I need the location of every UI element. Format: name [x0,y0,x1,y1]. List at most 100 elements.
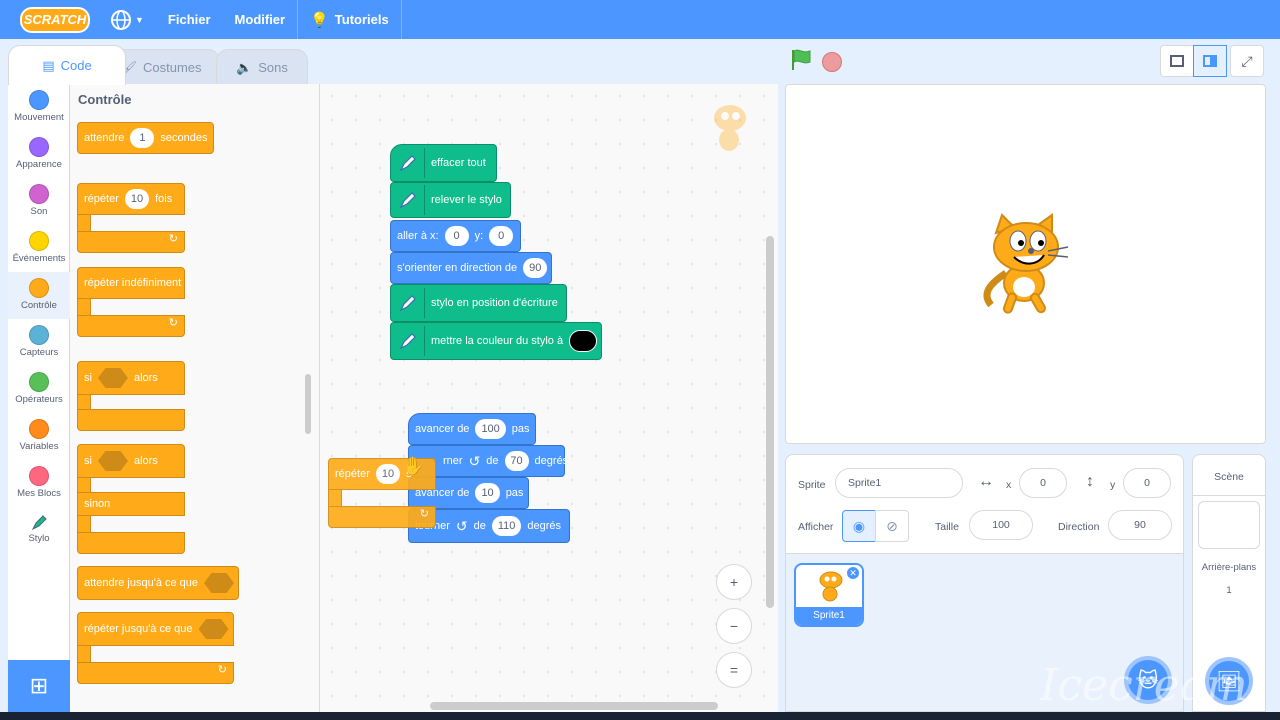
block-pen-up[interactable]: relever le stylo [390,182,511,218]
block-input[interactable]: 90 [523,258,548,278]
horizontal-arrows-icon: ↔ [978,473,994,490]
category-label: Contrôle [21,300,57,311]
block-input[interactable]: 10 [375,464,401,484]
file-menu[interactable]: Fichier [156,0,223,39]
block-if-foot [77,409,185,431]
category-my-blocks[interactable]: Mes Blocs [8,460,70,507]
block-pen-clear[interactable]: effacer tout [390,144,497,182]
stage-canvas[interactable] [785,84,1266,444]
block-forever-head: répéter indéfiniment [77,267,185,299]
zoom-in-button[interactable]: + [716,564,752,600]
category-pen[interactable]: Stylo [8,507,70,554]
normal-stage-icon [1203,55,1217,67]
backdrops-label: Arrière-plans [1201,562,1257,573]
fullscreen-button[interactable]: ⤢ [1230,45,1264,77]
tutorials-button[interactable]: 💡 Tutoriels [298,0,401,39]
backdrop-thumbnail[interactable] [1198,501,1260,549]
direction-input[interactable]: 90 [1108,510,1172,540]
block-text: répéter [335,468,370,480]
horizontal-scrollbar[interactable] [430,702,718,710]
category-dot [29,231,49,251]
stop-icon[interactable] [822,52,842,72]
category-looks[interactable]: Apparence [8,131,70,178]
block-input[interactable]: 10 [475,483,500,503]
category-label: Mes Blocs [17,488,61,499]
block-wait-until[interactable]: attendre jusqu'à ce que [77,566,239,600]
block-goto-xy[interactable]: aller à x: 0 y: 0 [390,220,521,252]
stage-pane-divider [1193,495,1265,496]
category-sensing[interactable]: Capteurs [8,319,70,366]
block-text: si [84,372,92,384]
block-input-x[interactable]: 0 [444,226,469,246]
show-label: Afficher [798,521,834,533]
chevron-down-icon: ▼ [135,14,144,25]
category-variables[interactable]: Variables [8,413,70,460]
script-workspace[interactable]: effacer tout relever le stylo aller à x:… [320,84,778,712]
block-arm [77,645,91,663]
vertical-scrollbar[interactable] [766,236,774,608]
category-control[interactable]: Contrôle [8,272,70,319]
block-point-direction[interactable]: s'orienter en direction de 90 [390,252,552,284]
category-label: Son [30,206,48,217]
edit-menu[interactable]: Modifier [223,0,298,39]
category-events[interactable]: Événements [8,225,70,272]
block-arm [77,477,91,493]
language-menu[interactable]: ▼ [98,0,156,39]
block-text: pas [511,423,530,435]
category-dot [29,419,49,439]
delete-sprite-button[interactable]: ✕ [846,566,860,580]
zoom-out-button[interactable]: − [716,608,752,644]
add-extension-button[interactable]: ⊞ [8,660,70,712]
category-menu: Mouvement Apparence Son Événements Contr… [8,84,70,660]
scratch-logo[interactable]: SCRATCH [20,6,90,33]
block-text: y: [474,230,484,242]
sprite-watermark-icon [714,105,746,151]
rotate-left-icon: ↺ [455,517,468,534]
normal-stage-button[interactable] [1193,45,1227,77]
block-input[interactable]: 110 [491,516,522,536]
tab-code[interactable]: ▤ Code [8,45,126,85]
green-flag-icon[interactable] [790,48,812,72]
block-pen-down[interactable]: stylo en position d'écriture [390,284,567,322]
show-sprite-button[interactable]: ◉ [842,510,876,542]
block-move-steps[interactable]: avancer de 100 pas [408,413,536,445]
condition-slot[interactable] [97,368,128,388]
y-input[interactable]: 0 [1123,468,1171,498]
block-input-y[interactable]: 0 [489,226,514,246]
tab-sounds[interactable]: 🔈 Sons [216,49,308,85]
small-stage-button[interactable] [1160,45,1194,77]
tutorials-label: Tutoriels [334,12,389,27]
block-text: répéter indéfiniment [84,277,182,289]
x-input[interactable]: 0 [1019,468,1067,498]
pen-extension-icon [391,326,425,356]
block-text: si [84,455,92,467]
zoom-reset-button[interactable]: = [716,652,752,688]
sprite-name-input[interactable]: Sprite1 [835,468,963,498]
category-operators[interactable]: Opérateurs [8,366,70,413]
condition-slot[interactable] [198,619,229,639]
zoom-reset-icon: = [729,662,739,678]
block-text: de [473,520,486,532]
color-swatch[interactable] [569,330,598,352]
block-input[interactable]: 1 [130,128,155,148]
small-stage-icon [1170,55,1184,67]
menu-bar: SCRATCH ▼ Fichier Modifier 💡 Tutoriels [0,0,1280,39]
block-input[interactable]: 100 [475,419,506,439]
block-wait[interactable]: attendre 1 secondes [77,122,214,154]
condition-slot[interactable] [97,451,128,471]
block-repeat-foot: ↻ [328,506,436,528]
block-input[interactable]: 10 [124,189,150,209]
category-motion[interactable]: Mouvement [8,84,70,131]
block-arm [77,515,91,533]
tab-sounds-label: Sons [258,60,288,75]
block-pen-set-color[interactable]: mettre la couleur du stylo à [390,322,602,360]
block-input[interactable]: 70 [504,451,529,471]
palette-scrollbar[interactable] [305,374,311,434]
size-input[interactable]: 100 [969,510,1033,540]
category-sound[interactable]: Son [8,178,70,225]
hide-sprite-button[interactable]: ⊘ [875,510,909,542]
cat-sprite[interactable] [976,213,1076,317]
condition-slot[interactable] [204,573,235,593]
block-text: pas [505,487,524,499]
eye-icon: ◉ [852,517,866,534]
